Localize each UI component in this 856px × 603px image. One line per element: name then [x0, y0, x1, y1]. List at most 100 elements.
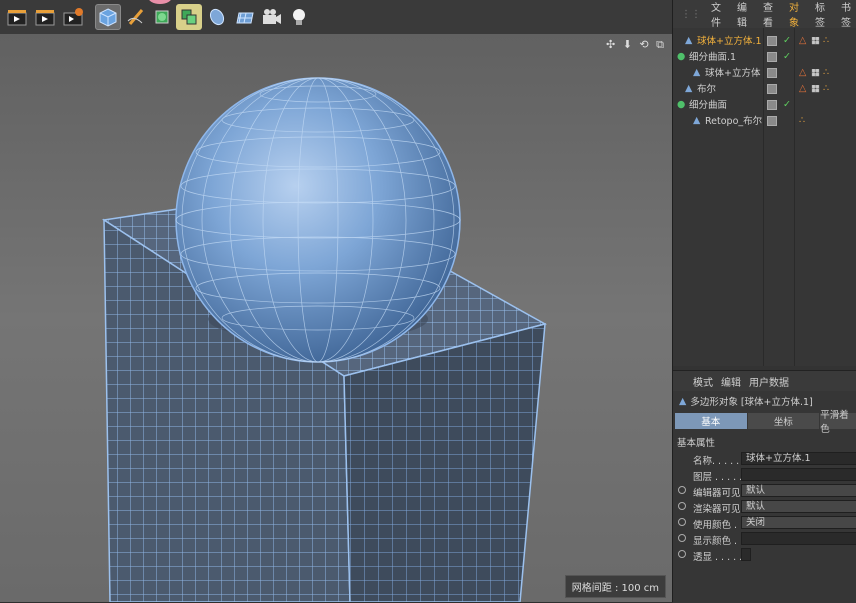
floor-icon[interactable]: [231, 4, 257, 30]
property-row: 使用颜色 . . 关闭: [673, 515, 856, 531]
attr-menu-0[interactable]: 模式: [693, 374, 713, 389]
object-list: ▲ 球体+立方体.1 ✓ △ ▦ ∴ ● 细分曲面.1 ✓ ▲ 球体+立方体 △ ▦ ∴ ▲ 布尔 △ ▦ ∴ ● 细分…: [673, 28, 856, 366]
phong-tag-icon[interactable]: △: [799, 83, 806, 94]
viewport-scene: [0, 34, 672, 602]
property-label: 编辑器可见: [693, 488, 741, 499]
property-label: 图层 . . . . . .: [693, 472, 749, 483]
object-name[interactable]: 细分曲面.1: [689, 49, 736, 63]
visibility-toggle[interactable]: [767, 36, 777, 46]
render-view-icon[interactable]: [4, 4, 30, 30]
property-field[interactable]: 默认: [741, 500, 856, 513]
attribute-tabs: 基本 坐标 平滑着色: [675, 410, 856, 435]
visibility-toggle[interactable]: [767, 116, 777, 126]
checker-tag-icon[interactable]: ▦: [811, 83, 820, 94]
tab-basic[interactable]: 基本: [675, 413, 747, 429]
property-row: 透显 . . . . . .: [673, 547, 856, 563]
om-menu-item[interactable]: 书签: [841, 0, 856, 29]
object-manager-menubar: ⋮⋮ 文件 编辑 查看 对象 标签 书签: [673, 0, 856, 29]
animate-radio[interactable]: [678, 518, 686, 526]
object-name[interactable]: 布尔: [697, 81, 716, 95]
attribute-menubar: 模式 编辑 用户数据: [673, 371, 856, 391]
render-settings-icon[interactable]: [60, 4, 86, 30]
polygon-object-icon: ▲: [693, 114, 701, 126]
visibility-toggle[interactable]: [767, 68, 777, 78]
object-row[interactable]: ▲ 球体+立方体.1 ✓ △ ▦ ∴: [673, 32, 856, 48]
om-menu-item[interactable]: 编辑: [737, 0, 753, 29]
animate-radio[interactable]: [678, 550, 686, 558]
enabled-check-icon[interactable]: ✓: [783, 51, 791, 62]
property-field[interactable]: 关闭: [741, 516, 856, 529]
subdivision-surface-icon: ●: [677, 50, 686, 62]
object-name[interactable]: 球体+立方体: [705, 65, 760, 79]
property-label: 使用颜色 . .: [693, 520, 744, 531]
object-row[interactable]: ▲ 球体+立方体 △ ▦ ∴: [673, 64, 856, 80]
render-to-picture-viewer-icon[interactable]: [32, 4, 58, 30]
polygon-object-icon: ▲: [693, 66, 701, 78]
object-name[interactable]: Retopo_布尔: [705, 113, 762, 127]
viewport-nav-icons[interactable]: ✣ ⬇ ⟲ ⧉: [606, 38, 666, 52]
om-menu-item[interactable]: 标签: [815, 0, 831, 29]
attr-menu-1[interactable]: 编辑: [721, 374, 741, 389]
camera-icon[interactable]: [259, 4, 285, 30]
om-menu-item[interactable]: 对象: [789, 0, 805, 29]
dots-tag-icon[interactable]: ∴: [823, 83, 829, 94]
property-label: 渲染器可见: [693, 504, 741, 515]
object-row[interactable]: ● 细分曲面.1 ✓: [673, 48, 856, 64]
object-row[interactable]: ▲ Retopo_布尔 ∴: [673, 112, 856, 128]
tab-phong[interactable]: 平滑着色: [820, 410, 856, 435]
boole-icon: ▲: [685, 82, 693, 94]
visibility-toggle[interactable]: [767, 84, 777, 94]
grip-icon: ⋮⋮: [681, 8, 701, 20]
polygon-object-icon: ▲: [679, 395, 687, 407]
pen-spline-icon[interactable]: [123, 4, 149, 30]
object-row[interactable]: ● 细分曲面 ✓: [673, 96, 856, 112]
phong-tag-icon[interactable]: △: [799, 67, 806, 78]
dots-tag-icon[interactable]: ∴: [823, 35, 829, 46]
right-panel: ⋮⋮ 文件 编辑 查看 对象 标签 书签 ▲ 球体+立方体.1 ✓ △ ▦ ∴ ● 细分曲面.1 ✓ ▲ 球体…: [672, 0, 856, 603]
property-field[interactable]: [741, 468, 856, 481]
object-name[interactable]: 细分曲面: [689, 97, 727, 111]
cursor-badge-icon: [149, 0, 171, 4]
animate-radio[interactable]: [678, 502, 686, 510]
checker-tag-icon[interactable]: ▦: [811, 67, 820, 78]
om-menu-item[interactable]: 文件: [711, 0, 727, 29]
object-name[interactable]: 球体+立方体.1: [697, 33, 762, 47]
main-toolbar: [0, 0, 672, 35]
phong-tag-icon[interactable]: △: [799, 35, 806, 46]
object-menu-items: 文件 编辑 查看 对象 标签 书签: [711, 0, 856, 29]
visibility-toggle[interactable]: [767, 100, 777, 110]
attribute-manager: 模式 编辑 用户数据 ▲ 多边形对象 [球体+立方体.1] 基本 坐标 平滑着色…: [673, 370, 856, 603]
3d-viewport[interactable]: ✣ ⬇ ⟲ ⧉ 网格间距 : 100 cm: [0, 34, 672, 602]
dots-tag-icon[interactable]: ∴: [799, 115, 805, 126]
property-row: 名称. . . . . . 球体+立方体.1: [673, 451, 856, 467]
property-label: 名称. . . . . .: [693, 456, 746, 467]
cube-primitive-icon[interactable]: [95, 4, 121, 30]
attr-menu-2[interactable]: 用户数据: [749, 374, 789, 389]
attribute-title-text: 多边形对象 [球体+立方体.1]: [690, 397, 813, 408]
enabled-check-icon[interactable]: ✓: [783, 35, 791, 46]
deformer-icon[interactable]: [204, 4, 230, 30]
visibility-toggle[interactable]: [767, 52, 777, 62]
animate-radio[interactable]: [678, 486, 686, 494]
object-row[interactable]: ▲ 布尔 △ ▦ ∴: [673, 80, 856, 96]
property-label: 显示颜色 . .: [693, 536, 744, 547]
animate-radio[interactable]: [678, 534, 686, 542]
property-row: 编辑器可见 默认: [673, 483, 856, 499]
property-row: 显示颜色 . .: [673, 531, 856, 547]
subdivision-surface-tool-icon[interactable]: [149, 4, 175, 30]
om-menu-item[interactable]: 查看: [763, 0, 779, 29]
light-icon[interactable]: [286, 4, 312, 30]
property-field[interactable]: [741, 548, 751, 561]
subdivision-surface-icon: ●: [677, 98, 686, 110]
property-field[interactable]: 默认: [741, 484, 856, 497]
tab-coordinates[interactable]: 坐标: [747, 413, 820, 429]
property-field[interactable]: 球体+立方体.1: [741, 452, 856, 465]
checker-tag-icon[interactable]: ▦: [811, 35, 820, 46]
property-row: 图层 . . . . . .: [673, 467, 856, 483]
sphere-mesh: [175, 77, 461, 363]
array-tool-icon[interactable]: [176, 4, 202, 30]
enabled-check-icon[interactable]: ✓: [783, 99, 791, 110]
property-field[interactable]: [741, 532, 856, 545]
dots-tag-icon[interactable]: ∴: [823, 67, 829, 78]
grid-spacing-status: 网格间距 : 100 cm: [564, 575, 666, 598]
